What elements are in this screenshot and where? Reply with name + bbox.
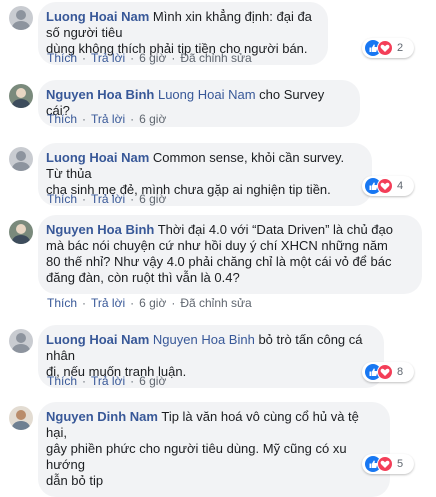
love-icon xyxy=(377,364,393,380)
reaction-summary[interactable]: 5 xyxy=(362,454,414,474)
mention-link[interactable]: Luong Hoai Nam xyxy=(158,87,256,102)
separator: · xyxy=(82,51,87,65)
separator: · xyxy=(130,296,135,310)
like-link[interactable]: Thích xyxy=(47,374,77,388)
comment-author[interactable]: Luong Hoai Nam xyxy=(46,332,149,347)
like-link[interactable]: Thích xyxy=(47,192,77,206)
comment-author[interactable]: Luong Hoai Nam xyxy=(46,150,149,165)
reaction-count: 4 xyxy=(397,180,404,192)
avatar[interactable] xyxy=(9,329,33,353)
comment-author[interactable]: Nguyen Hoa Binh xyxy=(46,87,154,102)
comment-author[interactable]: Nguyen Dinh Nam xyxy=(46,409,158,424)
edited-label[interactable]: Đã chỉnh sửa xyxy=(180,296,251,310)
reply-link[interactable]: Trả lời xyxy=(91,112,125,126)
separator: · xyxy=(130,192,135,206)
comment-author[interactable]: Luong Hoai Nam xyxy=(46,9,149,24)
reaction-summary[interactable]: 2 xyxy=(362,38,414,58)
reply-link[interactable]: Trả lời xyxy=(91,51,125,65)
comment-time[interactable]: 6 giờ xyxy=(139,51,166,65)
avatar[interactable] xyxy=(9,147,33,171)
comment-bubble: Nguyen Dinh Nam Tip là văn hoá vô cùng c… xyxy=(38,402,390,497)
reaction-summary[interactable]: 8 xyxy=(362,362,414,382)
separator: · xyxy=(82,374,87,388)
reply-link[interactable]: Trả lời xyxy=(91,296,125,310)
comment-text: dẫn bỏ tip xyxy=(46,473,104,488)
reply-link[interactable]: Trả lời xyxy=(91,192,125,206)
comment-text: mà bác nói chuyện cứ như hồi duy ý chí X… xyxy=(46,238,388,253)
reply-link[interactable]: Trả lời xyxy=(91,374,125,388)
separator: · xyxy=(130,374,135,388)
comment-actions: Thích · Trả lời · 6 giờ xyxy=(47,374,166,388)
love-icon xyxy=(377,40,393,56)
love-icon xyxy=(377,178,393,194)
comment-actions: Thích · Trả lời · 6 giờ xyxy=(47,192,166,206)
separator: · xyxy=(130,51,135,65)
reaction-count: 5 xyxy=(397,458,404,470)
comment-author[interactable]: Nguyen Hoa Binh xyxy=(46,222,154,237)
comment-thread: Luong Hoai Nam Mình xin khẳng định: đại … xyxy=(0,0,436,497)
avatar[interactable] xyxy=(9,220,33,244)
reaction-count: 2 xyxy=(397,42,404,54)
reaction-summary[interactable]: 4 xyxy=(362,176,414,196)
reaction-count: 8 xyxy=(397,366,404,378)
comment-text: Thời đại 4.0 với “Data Driven” là chủ đạ… xyxy=(157,222,393,237)
comment-time[interactable]: 6 giờ xyxy=(139,192,166,206)
comment-actions: Thích · Trả lời · 6 giờ · Đã chỉnh sửa xyxy=(47,296,252,310)
avatar[interactable] xyxy=(9,84,33,108)
comment-actions: Thích · Trả lời · 6 giờ · Đã chỉnh sửa xyxy=(47,51,252,65)
avatar[interactable] xyxy=(9,6,33,30)
comment-text: 80 thế nhỉ? Như vậy 4.0 phải chăng chỉ l… xyxy=(46,254,392,269)
comment-text: gây phiền phức cho người tiêu dùng. Mỹ c… xyxy=(46,441,347,472)
separator: · xyxy=(130,112,135,126)
like-link[interactable]: Thích xyxy=(47,112,77,126)
comment-bubble: Nguyen Hoa Binh Thời đại 4.0 với “Data D… xyxy=(38,215,422,294)
separator: · xyxy=(171,51,176,65)
separator: · xyxy=(171,296,176,310)
comment-time[interactable]: 6 giờ xyxy=(139,296,166,310)
comment-time[interactable]: 6 giờ xyxy=(139,112,166,126)
comment-text: đăng đàn, còn ruột thì vẫn là 0.4? xyxy=(46,270,240,285)
avatar[interactable] xyxy=(9,406,33,430)
comment-time[interactable]: 6 giờ xyxy=(139,374,166,388)
edited-label[interactable]: Đã chỉnh sửa xyxy=(180,51,251,65)
separator: · xyxy=(82,192,87,206)
comment-actions: Thích · Trả lời · 6 giờ xyxy=(47,112,166,126)
like-link[interactable]: Thích xyxy=(47,51,77,65)
separator: · xyxy=(82,112,87,126)
love-icon xyxy=(377,456,393,472)
mention-link[interactable]: Nguyen Hoa Binh xyxy=(153,332,255,347)
like-link[interactable]: Thích xyxy=(47,296,77,310)
separator: · xyxy=(82,296,87,310)
